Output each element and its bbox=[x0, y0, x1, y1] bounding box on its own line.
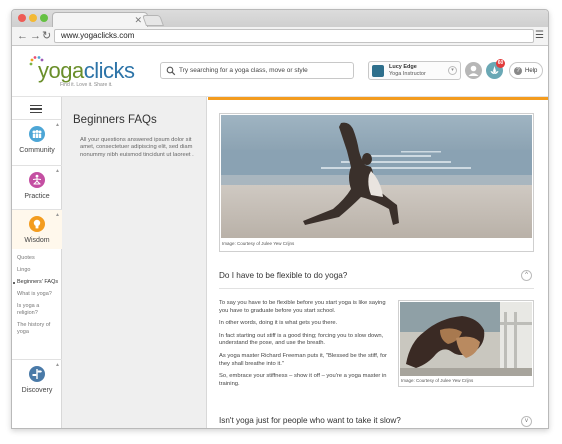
sublink-is-yoga-religion[interactable]: Is yoga a religion? bbox=[17, 303, 61, 317]
nav-practice-label: Practice bbox=[24, 193, 50, 200]
hero-image-card: Image: Courtesy of Julee Yew Crijns bbox=[219, 113, 534, 252]
close-window-icon[interactable] bbox=[18, 14, 26, 22]
profile-name: Lucy Edge bbox=[389, 64, 417, 70]
avatar[interactable] bbox=[465, 62, 482, 79]
logo-tagline: Find it. Love it. Share it. bbox=[60, 82, 113, 88]
answer-paragraph: As yoga master Richard Freeman puts it, … bbox=[219, 352, 387, 367]
url-field[interactable]: www.yogaclicks.com bbox=[54, 29, 534, 43]
hamburger-menu-icon[interactable] bbox=[30, 105, 42, 113]
hero-photo bbox=[221, 115, 532, 238]
sublink-lingo[interactable]: Lingo bbox=[17, 267, 61, 274]
nav-wisdom-label: Wisdom bbox=[24, 237, 50, 244]
yogaclicks-logo[interactable]: yogaclicks Find it. Love it. Share it. bbox=[28, 55, 148, 91]
help-button[interactable]: ? Help bbox=[509, 62, 543, 79]
answer-photo-card: Image: Courtesy of Julee Yew Crijns bbox=[398, 300, 534, 387]
browser-menu-icon[interactable]: ☰ bbox=[535, 29, 544, 43]
community-icon bbox=[29, 126, 45, 142]
answer-paragraph: So, embrace your stiffness – show it off… bbox=[219, 373, 387, 387]
search-input[interactable]: Try searching for a yoga class, move or … bbox=[160, 62, 354, 79]
reload-icon[interactable]: ↻ bbox=[42, 29, 51, 43]
nav-community[interactable]: ▲ Community bbox=[12, 119, 62, 159]
nav-discovery-label: Discovery bbox=[21, 387, 53, 394]
chevron-up-icon[interactable]: ^ bbox=[521, 270, 532, 281]
nav-wisdom[interactable]: ▲ Wisdom bbox=[12, 209, 62, 249]
nav-discovery[interactable]: ▲ Discovery bbox=[12, 359, 62, 399]
sublink-history-of-yoga[interactable]: The history of yoga bbox=[17, 322, 61, 336]
chevron-down-icon[interactable]: v bbox=[521, 416, 532, 427]
faq-answer-1: To say you have to be flexible before yo… bbox=[219, 300, 394, 393]
sublink-beginners-faqs[interactable]: Beginners' FAQs bbox=[13, 279, 61, 286]
faq-question-2[interactable]: Isn't yoga just for people who want to t… bbox=[219, 415, 534, 428]
page-description: All your questions answered ipsum dolor … bbox=[80, 137, 194, 158]
faq-question-text: Do I have to be flexible to do yoga? bbox=[219, 271, 348, 280]
forward-icon[interactable]: → bbox=[30, 29, 41, 43]
logo-wordmark: yogaclicks bbox=[38, 58, 135, 83]
profile-image bbox=[372, 65, 384, 77]
answer-photo-caption: Image: Courtesy of Julee Yew Crijns bbox=[401, 378, 474, 383]
site-header: yogaclicks Find it. Love it. Share it. T… bbox=[12, 46, 548, 97]
faq-question-1[interactable]: Do I have to be flexible to do yoga? ^ bbox=[219, 263, 534, 289]
minimize-window-icon[interactable] bbox=[29, 14, 37, 22]
answer-paragraph: In fact starting out stiff is a good thi… bbox=[219, 332, 384, 347]
section-sidebar: Beginners FAQs All your questions answer… bbox=[62, 97, 207, 428]
nav-community-label: Community bbox=[19, 147, 55, 154]
answer-paragraph: To say you have to be flexible before yo… bbox=[219, 300, 386, 314]
chevron-down-icon[interactable]: ▾ bbox=[448, 66, 457, 75]
accent-bar bbox=[208, 97, 548, 100]
help-label: Help bbox=[525, 68, 538, 74]
sublink-quotes[interactable]: Quotes bbox=[17, 255, 61, 262]
profile-switcher[interactable]: Lucy Edge Yoga Instructor ▾ bbox=[368, 61, 461, 80]
back-icon[interactable]: ← bbox=[17, 29, 28, 43]
help-icon: ? bbox=[514, 67, 522, 75]
tab-close-icon[interactable]: ✕ bbox=[134, 14, 142, 26]
discovery-icon bbox=[29, 366, 45, 382]
new-tab-button[interactable] bbox=[141, 15, 165, 26]
browser-toolbar: ← → ↻ www.yogaclicks.com ☰ bbox=[12, 27, 548, 46]
faq-question-text: Isn't yoga just for people who want to t… bbox=[219, 416, 401, 425]
notification-badge: 60 bbox=[496, 59, 505, 68]
sublink-what-is-yoga[interactable]: What is yoga? bbox=[17, 291, 61, 298]
practice-icon bbox=[29, 172, 45, 188]
search-icon bbox=[166, 66, 176, 76]
browser-tab[interactable]: ✕ bbox=[52, 12, 148, 27]
maximize-window-icon[interactable] bbox=[40, 14, 48, 22]
left-nav: ▲ Community ▲ Practice ▲ Wisdom Quotes L… bbox=[12, 97, 62, 428]
wisdom-sublinks: Quotes Lingo Beginners' FAQs What is yog… bbox=[13, 255, 61, 341]
main-content: Image: Courtesy of Julee Yew Crijns Do I… bbox=[208, 97, 548, 428]
hero-caption: Image: Courtesy of Julee Yew Crijns bbox=[222, 241, 295, 246]
nav-practice[interactable]: ▲ Practice bbox=[12, 165, 62, 205]
caret-icon: ▲ bbox=[55, 122, 60, 128]
browser-window: ✕ ← → ↻ www.yogaclicks.com ☰ yogaclicks … bbox=[11, 9, 549, 429]
search-placeholder: Try searching for a yoga class, move or … bbox=[179, 67, 308, 74]
caret-icon: ▲ bbox=[55, 362, 60, 368]
browser-tabbar: ✕ bbox=[12, 10, 548, 27]
caret-icon: ▲ bbox=[55, 168, 60, 174]
page-title: Beginners FAQs bbox=[73, 114, 157, 126]
caret-icon: ▲ bbox=[55, 212, 60, 218]
answer-photo bbox=[400, 302, 532, 376]
wisdom-icon bbox=[29, 216, 45, 232]
user-icon bbox=[468, 65, 479, 76]
profile-role: Yoga Instructor bbox=[389, 71, 426, 77]
answer-paragraph: In other words, doing it is what gets yo… bbox=[219, 320, 338, 327]
